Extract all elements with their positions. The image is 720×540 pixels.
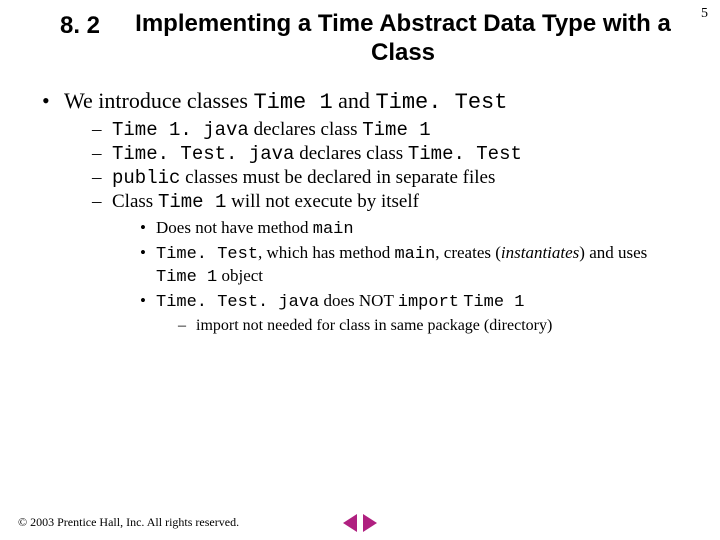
code-text: Time 1 bbox=[253, 90, 332, 115]
title-area: 8. 2 Implementing a Time Abstract Data T… bbox=[0, 0, 720, 76]
text: We introduce classes bbox=[64, 88, 253, 113]
text: will not execute by itself bbox=[226, 191, 419, 212]
code-text: Time 1 bbox=[156, 268, 217, 287]
code-text: Time 1. java bbox=[112, 119, 249, 141]
text: object bbox=[217, 266, 263, 285]
text: and bbox=[333, 88, 376, 113]
bullet-level2: Time. Test. java declares class Time. Te… bbox=[92, 143, 690, 165]
code-text: Time 1 bbox=[463, 293, 524, 312]
prev-arrow-icon[interactable] bbox=[343, 514, 357, 532]
code-text: Time. Test bbox=[408, 143, 522, 165]
code-text: Time. Test. java bbox=[112, 143, 294, 165]
bullet-level2: Time 1. java declares class Time 1 bbox=[92, 119, 690, 141]
text: classes must be declared in separate fil… bbox=[180, 167, 495, 188]
bullet-level2: Class Time 1 will not execute by itself … bbox=[92, 191, 690, 336]
italic-text: instantiates bbox=[501, 243, 579, 262]
bullet-level2: public classes must be declared in separ… bbox=[92, 167, 690, 189]
text: declares class bbox=[294, 143, 407, 164]
section-number: 8. 2 bbox=[60, 12, 100, 40]
text: , which has method bbox=[258, 243, 394, 262]
code-text: Time. Test. java bbox=[156, 293, 319, 312]
code-text: import bbox=[398, 293, 459, 312]
text: ) and uses bbox=[579, 243, 647, 262]
code-text: Time. Test bbox=[375, 90, 507, 115]
text: Class bbox=[112, 191, 158, 212]
bullet-level3: Does not have method main bbox=[140, 217, 690, 240]
page-number: 5 bbox=[701, 6, 708, 22]
code-text: main bbox=[394, 245, 435, 264]
code-text: public bbox=[112, 167, 180, 189]
next-arrow-icon[interactable] bbox=[363, 514, 377, 532]
bullet-level4: import not needed for class in same pack… bbox=[178, 316, 690, 336]
code-text: main bbox=[313, 220, 354, 239]
copyright-text: © 2003 Prentice Hall, Inc. All rights re… bbox=[18, 515, 239, 530]
code-text: Time. Test bbox=[156, 245, 258, 264]
text: Does not have method bbox=[156, 218, 313, 237]
bullet-level3: Time. Test, which has method main, creat… bbox=[140, 242, 690, 289]
text: does NOT bbox=[319, 291, 398, 310]
nav-arrows bbox=[343, 514, 377, 532]
bullet-level1: We introduce classes Time 1 and Time. Te… bbox=[42, 88, 690, 336]
text: , creates ( bbox=[435, 243, 501, 262]
content-area: We introduce classes Time 1 and Time. Te… bbox=[0, 76, 720, 336]
code-text: Time 1 bbox=[362, 119, 430, 141]
code-text: Time 1 bbox=[158, 191, 226, 213]
text: declares class bbox=[249, 119, 362, 140]
bullet-level3: Time. Test. java does NOT import Time 1 … bbox=[140, 290, 690, 335]
slide-title: Implementing a Time Abstract Data Type w… bbox=[126, 10, 680, 68]
